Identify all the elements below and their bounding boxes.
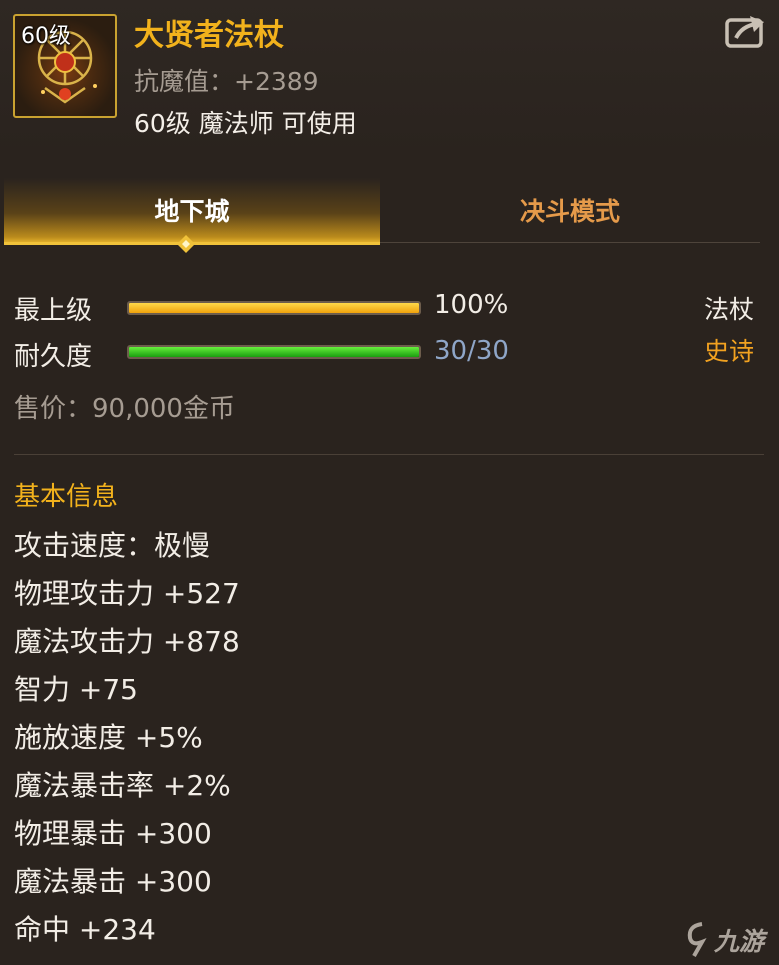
durability-label: 耐久度 <box>14 342 93 372</box>
attribute-item: 物理攻击力 +527 <box>14 577 240 610</box>
item-name: 大贤者法杖 <box>134 18 284 53</box>
usable-requirement: 60级 魔法师 可使用 <box>134 109 357 138</box>
attribute-list: 攻击速度：极慢 物理攻击力 +527 魔法攻击力 +878 智力 +75 施放速… <box>14 526 240 958</box>
grade-label: 最上级 <box>14 296 93 326</box>
magic-resistance: 抗魔值：+2389 <box>134 67 319 96</box>
watermark-text: 九游 <box>714 927 765 956</box>
item-rarity: 史诗 <box>704 337 755 366</box>
grade-bar <box>127 301 421 315</box>
attribute-item: 魔法暴击率 +2% <box>14 769 231 802</box>
mode-tabs: 地下城 决斗模式 <box>0 170 779 253</box>
attribute-item: 魔法暴击 +300 <box>14 865 212 898</box>
share-button[interactable] <box>724 12 768 50</box>
attribute-item: 命中 +234 <box>14 913 156 946</box>
durability-bar-fill <box>129 347 419 357</box>
section-divider <box>14 454 764 455</box>
staff-item-icon[interactable]: 60级 <box>13 14 117 118</box>
grade-bar-fill <box>129 303 419 313</box>
attribute-item: 攻击速度：极慢 <box>14 529 211 562</box>
item-type: 法杖 <box>704 295 755 324</box>
attribute-item: 智力 +75 <box>14 673 138 706</box>
durability-value: 30/30 <box>434 336 509 366</box>
attribute-item: 施放速度 +5% <box>14 721 203 754</box>
sell-price: 售价：90,000金币 <box>14 394 235 424</box>
item-header: 60级 大贤者法杖 抗魔值：+2389 60级 魔法师 可使用 <box>0 0 779 155</box>
attribute-item: 物理暴击 +300 <box>14 817 212 850</box>
diamond-marker-icon <box>177 235 195 253</box>
basic-info-title: 基本信息 <box>14 482 119 512</box>
nine-game-logo-icon <box>687 922 707 957</box>
durability-bar <box>127 345 421 359</box>
share-icon <box>725 16 764 48</box>
grade-value: 100% <box>434 290 509 320</box>
item-level-badge: 60级 <box>21 24 71 49</box>
tab-duel-mode[interactable]: 决斗模式 <box>380 178 760 243</box>
watermark: 九游 <box>684 920 774 960</box>
attribute-item: 魔法攻击力 +878 <box>14 625 240 658</box>
